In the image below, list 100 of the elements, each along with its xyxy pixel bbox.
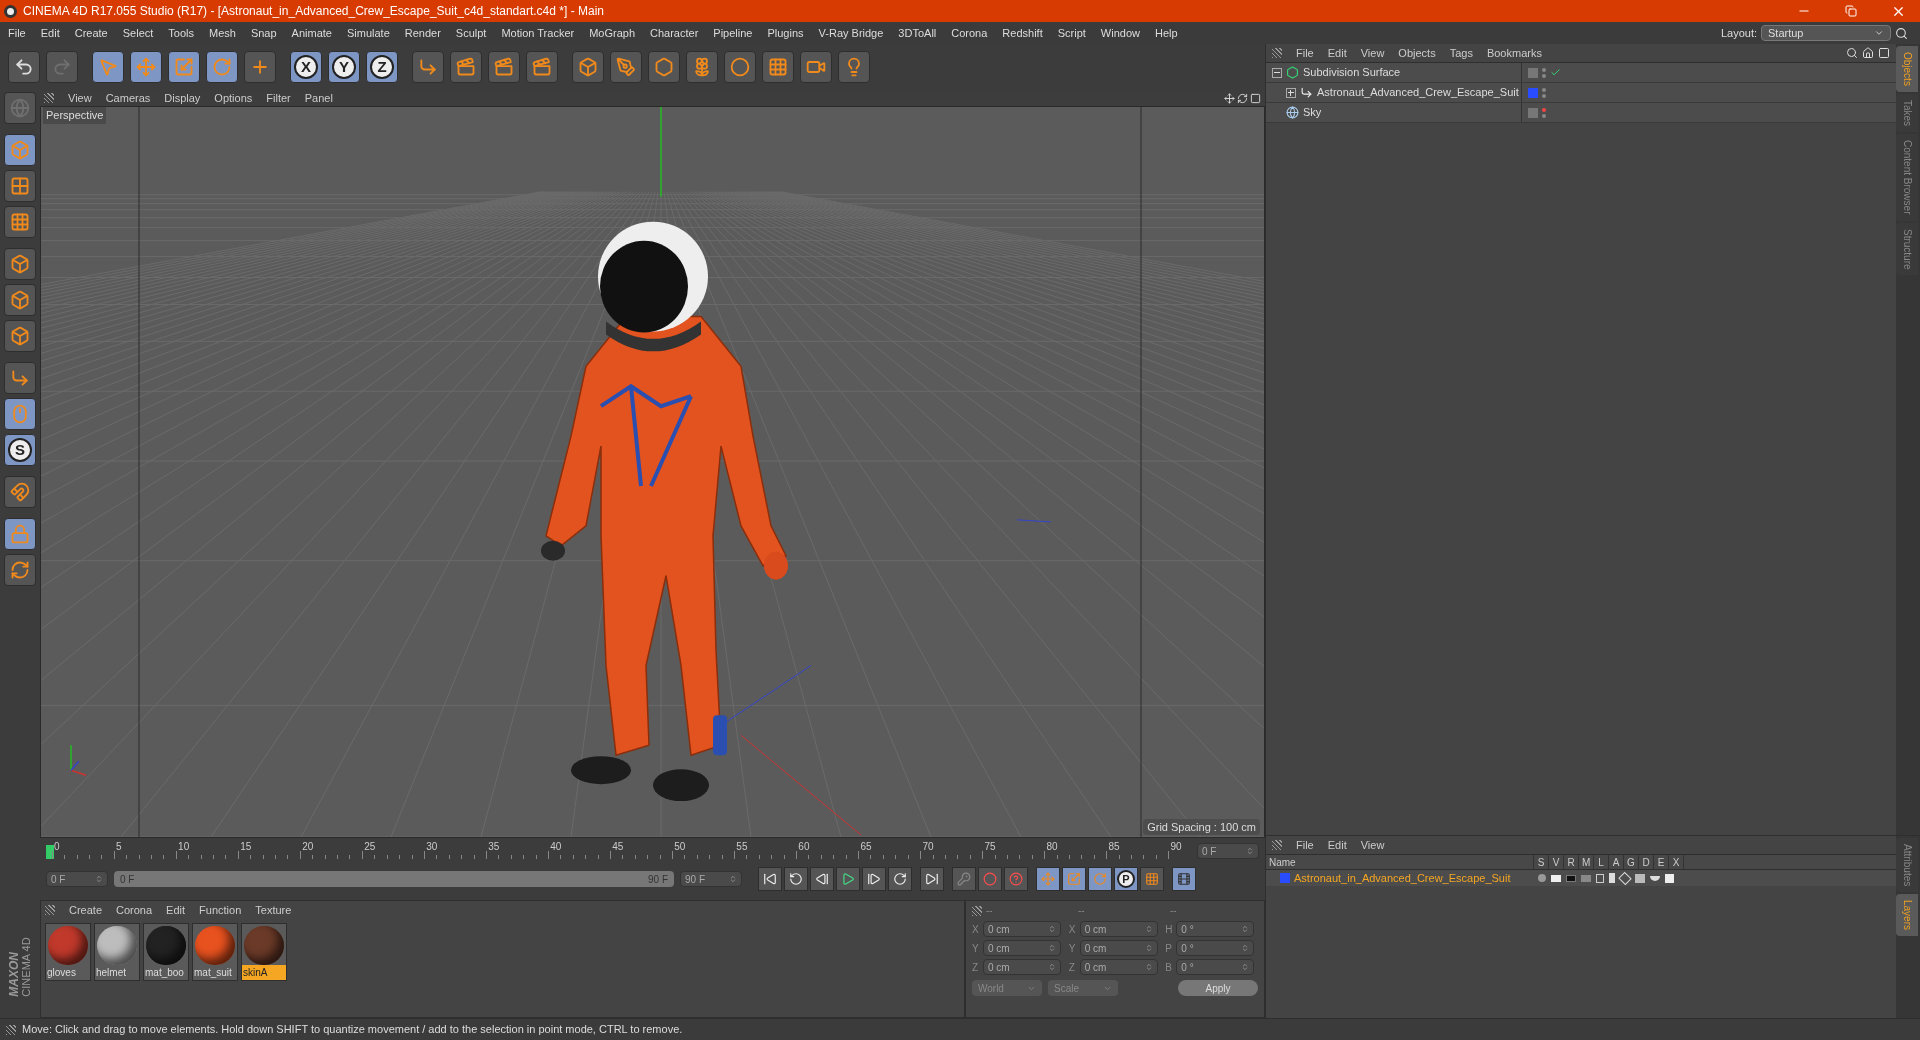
menu-item[interactable]: V-Ray Bridge bbox=[818, 24, 884, 42]
menu-item[interactable]: Pipeline bbox=[713, 24, 753, 42]
grid-rotate-tool-button[interactable] bbox=[4, 554, 36, 586]
orbit-icon[interactable] bbox=[1237, 92, 1248, 104]
coordinate-field[interactable]: 0 ° bbox=[1176, 921, 1255, 937]
coordinate-field[interactable]: 0 cm bbox=[1079, 921, 1158, 937]
end-frame-field[interactable]: 90 F bbox=[680, 871, 742, 887]
menu-item[interactable]: File bbox=[1296, 44, 1314, 62]
menu-item[interactable]: Edit bbox=[40, 24, 60, 42]
menu-item[interactable]: Cameras bbox=[105, 89, 151, 107]
coordinate-field[interactable]: 0 ° bbox=[1176, 959, 1255, 975]
help-button[interactable] bbox=[1004, 867, 1028, 891]
undo-tool-button[interactable] bbox=[8, 51, 40, 83]
menu-item[interactable]: File bbox=[1296, 836, 1314, 854]
side-tab[interactable]: Attributes bbox=[1896, 838, 1918, 893]
move-key-button[interactable] bbox=[1036, 867, 1060, 891]
menu-item[interactable]: Filter bbox=[266, 89, 291, 107]
menu-item[interactable]: Window bbox=[1100, 24, 1140, 42]
collapse-toggle[interactable] bbox=[1272, 67, 1282, 78]
menu-item[interactable]: Animate bbox=[291, 24, 332, 42]
menu-item[interactable]: Help bbox=[1154, 24, 1178, 42]
menu-item[interactable]: Objects bbox=[1398, 44, 1436, 62]
timeline-button[interactable] bbox=[1172, 867, 1196, 891]
menu-item[interactable]: Edit bbox=[1327, 836, 1347, 854]
menu-item[interactable]: Corona bbox=[951, 24, 988, 42]
menu-item[interactable]: Options bbox=[214, 89, 253, 107]
visibility-dots[interactable] bbox=[1542, 67, 1546, 78]
menu-item[interactable]: Snap bbox=[250, 24, 277, 42]
material-swatch[interactable]: mat_boo bbox=[143, 923, 189, 981]
coordinate-field[interactable]: 0 cm bbox=[983, 940, 1061, 956]
layout-dropdown[interactable]: Startup bbox=[1761, 25, 1891, 41]
side-tab[interactable]: Structure bbox=[1896, 222, 1918, 276]
home-icon[interactable] bbox=[1862, 47, 1874, 59]
scale-key-button[interactable] bbox=[1062, 867, 1086, 891]
side-tab[interactable]: Objects bbox=[1896, 46, 1918, 92]
record-button[interactable] bbox=[952, 867, 976, 891]
search-icon[interactable] bbox=[1895, 26, 1908, 40]
grid-key-button[interactable] bbox=[1140, 867, 1164, 891]
material-swatch[interactable]: gloves bbox=[45, 923, 91, 981]
menu-item[interactable]: MoGraph bbox=[589, 24, 636, 42]
polygons-tool-button[interactable] bbox=[4, 320, 36, 352]
rotate-tool-button[interactable] bbox=[206, 51, 238, 83]
menu-item[interactable]: Render bbox=[404, 24, 441, 42]
side-tab[interactable]: Takes bbox=[1896, 93, 1918, 133]
playback-button[interactable] bbox=[862, 867, 886, 891]
rotate-key-button[interactable] bbox=[1088, 867, 1112, 891]
material-swatch[interactable]: helmet bbox=[94, 923, 140, 981]
texture-tool-button[interactable] bbox=[4, 170, 36, 202]
visibility-dots[interactable] bbox=[1542, 87, 1546, 98]
menu-item[interactable]: Tools bbox=[168, 24, 194, 42]
menu-item[interactable]: Mesh bbox=[209, 24, 236, 42]
edges-tool-button[interactable] bbox=[4, 284, 36, 316]
playback-button[interactable] bbox=[758, 867, 782, 891]
restore-icon[interactable] bbox=[1845, 5, 1857, 17]
render-settings-tool-button[interactable] bbox=[526, 51, 558, 83]
menu-item[interactable]: Display bbox=[164, 89, 201, 107]
new-window-icon[interactable] bbox=[1878, 47, 1890, 59]
visibility-dots[interactable] bbox=[1542, 107, 1546, 118]
menu-item[interactable]: View bbox=[1360, 44, 1385, 62]
cloner-tool-button[interactable] bbox=[686, 51, 718, 83]
start-frame-field[interactable]: 0 F bbox=[46, 871, 108, 887]
camera-tool-button[interactable] bbox=[800, 51, 832, 83]
points-tool-button[interactable] bbox=[4, 248, 36, 280]
layer-color-swatch[interactable] bbox=[1280, 873, 1290, 883]
menu-item[interactable]: Sculpt bbox=[455, 24, 487, 42]
coords-tool-button[interactable] bbox=[412, 51, 444, 83]
pen-tool-button[interactable] bbox=[610, 51, 642, 83]
menu-item[interactable]: Edit bbox=[1327, 44, 1347, 62]
camera-label[interactable]: Perspective bbox=[43, 107, 107, 124]
workplane-tool-button[interactable] bbox=[4, 206, 36, 238]
menu-item[interactable]: Create bbox=[69, 901, 103, 919]
param-key-button[interactable]: P bbox=[1114, 867, 1138, 891]
axis-tool-button[interactable]: Z bbox=[366, 51, 398, 83]
magnet-tool-button[interactable] bbox=[4, 476, 36, 508]
search-icon[interactable] bbox=[1846, 47, 1858, 59]
material-swatch[interactable]: skinA bbox=[241, 923, 287, 981]
menu-item[interactable]: Panel bbox=[304, 89, 333, 107]
deformer-tool-button[interactable] bbox=[724, 51, 756, 83]
menu-item[interactable]: Simulate bbox=[346, 24, 390, 42]
apply-button[interactable]: Apply bbox=[1178, 980, 1258, 996]
menu-item[interactable]: Corona bbox=[116, 901, 153, 919]
axis-tool-button[interactable]: X bbox=[290, 51, 322, 83]
scale-tool-button[interactable] bbox=[168, 51, 200, 83]
pan-icon[interactable] bbox=[1224, 92, 1235, 104]
cube-tool-button[interactable] bbox=[572, 51, 604, 83]
tweak-tool-button[interactable] bbox=[4, 398, 36, 430]
viewport-canvas[interactable]: Perspective Grid Spacing : 100 cm bbox=[40, 106, 1265, 838]
record-button[interactable] bbox=[978, 867, 1002, 891]
menu-item[interactable]: Plugins bbox=[767, 24, 804, 42]
check-icon[interactable] bbox=[1550, 67, 1561, 78]
playback-button[interactable] bbox=[810, 867, 834, 891]
menu-item[interactable]: View bbox=[1360, 836, 1385, 854]
subdivision-tool-button[interactable] bbox=[648, 51, 680, 83]
coordinate-field[interactable]: 0 cm bbox=[1079, 959, 1158, 975]
maximize-icon[interactable] bbox=[1250, 92, 1261, 104]
expand-toggle[interactable] bbox=[1286, 87, 1296, 98]
add-tool-button[interactable] bbox=[244, 51, 276, 83]
object-name[interactable]: Sky bbox=[1303, 104, 1322, 121]
menu-item[interactable]: Script bbox=[1057, 24, 1086, 42]
menu-item[interactable]: Bookmarks bbox=[1486, 44, 1542, 62]
